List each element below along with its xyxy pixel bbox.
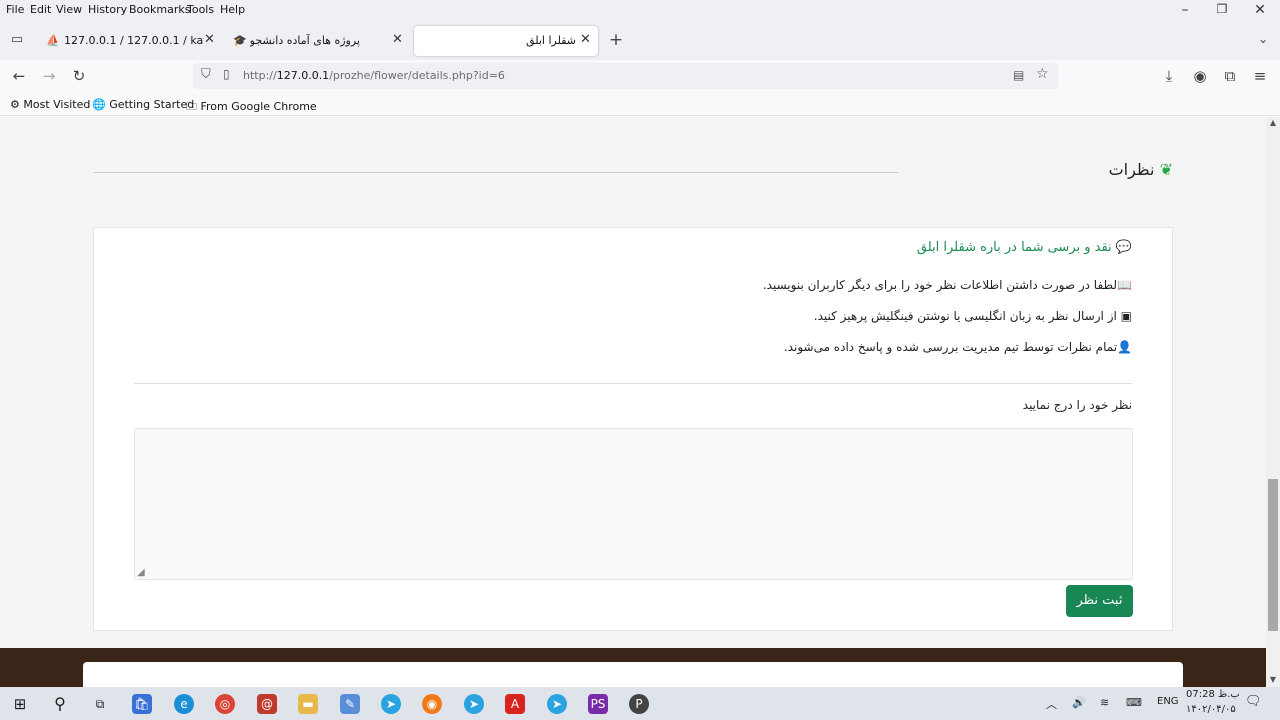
scroll-up-arrow-icon[interactable]: ▲	[1266, 118, 1280, 127]
app-menu-icon[interactable]: ≡	[1249, 67, 1271, 85]
url-text[interactable]: http://127.0.0.1/prozhe/flower/details.p…	[243, 69, 505, 82]
tab-close-icon[interactable]: ✕	[204, 32, 215, 47]
page-icon[interactable]: ▯	[223, 67, 230, 81]
p-app-icon[interactable]: P	[629, 694, 649, 714]
file-explorer-icon[interactable]: ▬	[298, 694, 318, 714]
language-icon: ▣	[1120, 309, 1132, 323]
acrobat-icon[interactable]: A	[505, 694, 525, 714]
extensions-icon[interactable]: ⧉	[1219, 67, 1241, 85]
keyboard-icon[interactable]: ⌨	[1126, 696, 1142, 709]
download-icon[interactable]: ⤓	[1158, 67, 1180, 85]
folder-icon: 🗀	[186, 100, 197, 113]
menu-bookmarks[interactable]: Bookmarks	[129, 3, 190, 16]
task-view-icon[interactable]: ⧉	[90, 694, 110, 714]
store-icon[interactable]: 🛍	[132, 694, 152, 714]
forward-icon[interactable]: →	[38, 67, 60, 85]
tab-list-icon[interactable]: ▭	[6, 32, 28, 47]
chrome-icon[interactable]: ◎	[215, 694, 235, 714]
divider	[94, 172, 898, 173]
tab-phpmyadmin[interactable]: ⛵ 127.0.0.1 / 127.0.0.1 / kafemobi ✕	[38, 26, 218, 56]
tab-current[interactable]: شقلرا ابلق ✕	[414, 26, 598, 56]
windows-start-icon[interactable]: ⊞	[10, 694, 30, 714]
clock-time[interactable]: 07:28 ب.ظ	[1186, 689, 1240, 700]
reload-icon[interactable]: ↻	[68, 67, 90, 85]
menu-edit[interactable]: Edit	[30, 3, 51, 16]
tab-bar: ▭ ⛵ 127.0.0.1 / 127.0.0.1 / kafemobi ✕ 🎓…	[0, 22, 1280, 60]
comment-textarea[interactable]: ◢	[134, 428, 1133, 580]
menu-file[interactable]: File	[6, 3, 24, 16]
wifi-icon[interactable]: ≋	[1100, 696, 1109, 709]
tab-close-icon[interactable]: ✕	[580, 32, 591, 47]
firefox-icon[interactable]: ◉	[422, 694, 442, 714]
tab-label: 127.0.0.1 / 127.0.0.1 / kafemobi	[64, 34, 204, 47]
menu-bar: File Edit View History Bookmarks Tools H…	[0, 0, 1280, 22]
comments-icon: 💬	[1115, 240, 1132, 255]
account-icon[interactable]: ◉	[1189, 67, 1211, 85]
book-icon: 📖	[1117, 278, 1132, 292]
menu-view[interactable]: View	[56, 3, 82, 16]
bookmark-most-visited[interactable]: ⚙ Most Visited	[10, 98, 90, 111]
back-icon[interactable]: ←	[8, 67, 30, 85]
telegram-icon[interactable]: ➤	[547, 694, 567, 714]
gear-icon: ⚙	[10, 98, 20, 111]
bookmarks-bar: ⚙ Most Visited 🌐 Getting Started 🗀 From …	[0, 94, 1280, 116]
clock-date[interactable]: ۱۴۰۲/۰۴/۰۵	[1186, 704, 1236, 715]
new-tab-button[interactable]: +	[605, 30, 627, 50]
bookmark-folder-chrome[interactable]: 🗀 From Google Chrome	[186, 98, 317, 117]
page-content: ❦ نظرات 💬 نقد و برسی شما در باره شقلرا ا…	[0, 117, 1266, 687]
close-window-button[interactable]: ✕	[1250, 2, 1270, 18]
submit-comment-button[interactable]: ثبت نظر	[1066, 585, 1133, 617]
app-icon[interactable]: @	[257, 694, 277, 714]
section-title: ❦ نظرات	[1108, 160, 1173, 179]
taskbar: ⊞ ⚲ ⧉ 🛍 e ◎ @ ▬ ✎ ➤ ◉ ➤ A ➤ PS P ︿ 🔊 ≋ ⌨…	[0, 687, 1280, 720]
leaf-icon: ❦	[1159, 160, 1173, 179]
shield-icon[interactable]: ⛉	[201, 67, 211, 82]
notes-icon[interactable]: ✎	[340, 694, 360, 714]
phpstorm-icon[interactable]: PS	[588, 694, 608, 714]
menu-help[interactable]: Help	[220, 3, 245, 16]
maximize-button[interactable]: ❐	[1212, 2, 1232, 16]
tab-label: پروژه های آماده دانشجویی	[250, 34, 360, 47]
comments-card: 💬 نقد و برسی شما در باره شقلرا ابلق 📖لطف…	[93, 227, 1173, 631]
textarea-label: نظر خود را درج نمایید	[1022, 398, 1132, 412]
telegram-icon[interactable]: ➤	[464, 694, 484, 714]
reader-view-icon[interactable]: ▤	[1013, 68, 1024, 82]
edge-icon[interactable]: e	[174, 694, 194, 714]
menu-history[interactable]: History	[88, 3, 127, 16]
note-1: 📖لطفا در صورت داشتن اطلاعات نظر خود را ب…	[762, 278, 1132, 292]
tab-close-icon[interactable]: ✕	[392, 32, 403, 47]
minimize-button[interactable]: –	[1175, 2, 1195, 18]
list-all-tabs-icon[interactable]: ⌄	[1252, 32, 1274, 46]
tab-label: شقلرا ابلق	[526, 34, 576, 47]
user-icon: 👤	[1117, 340, 1132, 354]
scrollbar-thumb[interactable]	[1268, 479, 1278, 631]
notifications-icon[interactable]: 🗨	[1245, 694, 1262, 709]
tray-chevron-icon[interactable]: ︿	[1046, 696, 1057, 712]
menu-tools[interactable]: Tools	[187, 3, 214, 16]
card-title: 💬 نقد و برسی شما در باره شقلرا ابلق	[916, 240, 1132, 255]
phpmyadmin-icon: ⛵	[46, 34, 60, 47]
resize-grip-icon[interactable]: ◢	[137, 567, 145, 578]
tab-projects[interactable]: 🎓 پروژه های آماده دانشجویی ✕	[226, 26, 410, 56]
url-bar[interactable]: ⛉ ▯ http://127.0.0.1/prozhe/flower/detai…	[193, 63, 1058, 89]
bookmark-star-icon[interactable]: ☆	[1036, 66, 1049, 82]
globe-icon: 🌐	[92, 98, 106, 111]
telegram-icon[interactable]: ➤	[381, 694, 401, 714]
note-3: 👤تمام نظرات توسط تیم مدیریت بررسی شده و …	[783, 340, 1132, 354]
divider	[134, 383, 1132, 384]
bookmark-getting-started[interactable]: 🌐 Getting Started	[92, 98, 194, 111]
volume-icon[interactable]: 🔊	[1072, 696, 1086, 709]
search-icon[interactable]: ⚲	[50, 694, 70, 714]
note-2: ▣ از ارسال نظر به زبان انگلیسی یا نوشتن …	[813, 309, 1132, 323]
scroll-down-arrow-icon[interactable]: ▼	[1266, 675, 1280, 684]
graduation-cap-icon: 🎓	[233, 34, 247, 47]
footer-box	[83, 662, 1183, 687]
language-indicator[interactable]: ENG	[1157, 696, 1179, 707]
